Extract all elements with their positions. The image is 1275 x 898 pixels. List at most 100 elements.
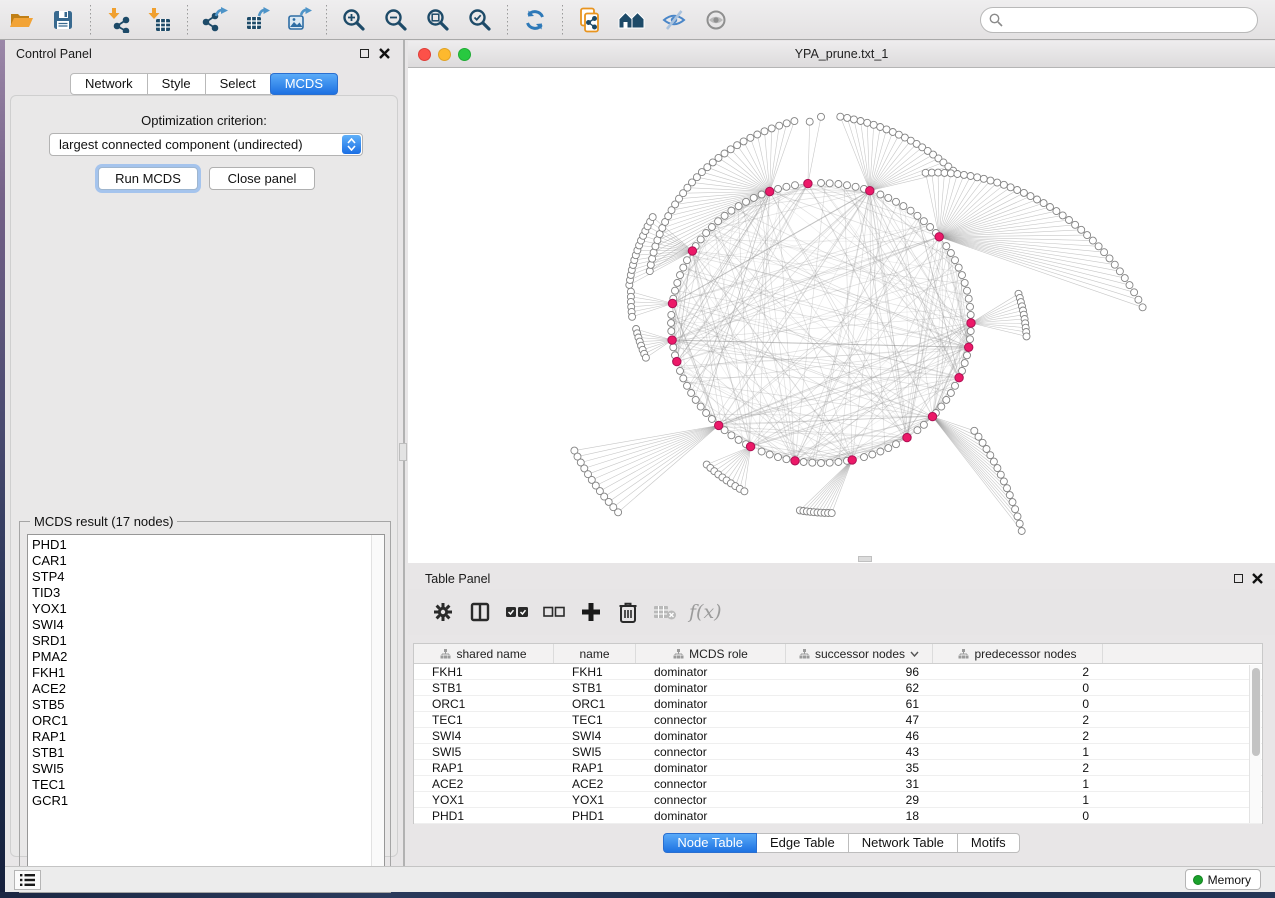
column-header-predecessor-nodes[interactable]: predecessor nodes: [933, 644, 1103, 663]
network-node[interactable]: [866, 187, 874, 195]
network-node[interactable]: [783, 456, 790, 463]
network-node[interactable]: [715, 154, 722, 161]
network-edge[interactable]: [713, 162, 770, 191]
network-edge[interactable]: [939, 225, 1075, 237]
network-node[interactable]: [959, 272, 966, 279]
network-node[interactable]: [673, 357, 681, 365]
column-header-shared-name[interactable]: shared name: [414, 644, 554, 663]
network-edge[interactable]: [870, 125, 874, 191]
network-node[interactable]: [1020, 189, 1027, 196]
network-edge[interactable]: [939, 237, 1109, 259]
network-node[interactable]: [721, 212, 728, 219]
mcds-result-item[interactable]: PMA2: [28, 649, 372, 665]
network-node[interactable]: [1084, 232, 1091, 239]
network-edge[interactable]: [584, 425, 718, 468]
network-node[interactable]: [844, 182, 851, 189]
network-node[interactable]: [1131, 289, 1138, 296]
network-node[interactable]: [961, 171, 968, 178]
network-edge[interactable]: [971, 323, 1027, 336]
hide-selected-button[interactable]: [657, 4, 691, 36]
table-row[interactable]: TEC1TEC1connector472: [414, 712, 1262, 728]
network-node[interactable]: [680, 264, 687, 271]
network-node[interactable]: [680, 375, 687, 382]
network-node[interactable]: [668, 311, 675, 318]
network-node[interactable]: [877, 191, 884, 198]
column-header-successor-nodes[interactable]: successor nodes: [786, 644, 933, 663]
table-row[interactable]: ACE2ACE2connector311: [414, 776, 1262, 792]
network-node[interactable]: [997, 471, 1004, 478]
network-edge[interactable]: [685, 382, 933, 417]
refresh-button[interactable]: [518, 4, 552, 36]
network-node[interactable]: [1040, 200, 1047, 207]
network-node[interactable]: [783, 120, 790, 127]
network-node[interactable]: [938, 403, 945, 410]
network-node[interactable]: [642, 354, 649, 361]
network-node[interactable]: [1018, 528, 1025, 535]
network-node[interactable]: [1106, 255, 1113, 262]
network-node[interactable]: [955, 264, 962, 271]
network-node[interactable]: [900, 203, 907, 210]
network-node[interactable]: [1023, 333, 1030, 340]
network-edge[interactable]: [800, 460, 852, 511]
network-node[interactable]: [818, 460, 825, 467]
network-node[interactable]: [1016, 520, 1023, 527]
tab-style[interactable]: Style: [148, 73, 206, 95]
zoom-in-button[interactable]: [337, 4, 371, 36]
network-node[interactable]: [1014, 513, 1021, 520]
network-node[interactable]: [844, 114, 851, 121]
float-panel-icon[interactable]: [1234, 574, 1243, 583]
network-node[interactable]: [983, 446, 990, 453]
network-edge[interactable]: [613, 425, 718, 507]
import-network-button[interactable]: [101, 4, 135, 36]
export-network-button[interactable]: [198, 4, 232, 36]
network-node[interactable]: [1126, 282, 1133, 289]
network-node[interactable]: [1009, 499, 1016, 506]
tab-network-table[interactable]: Network Table: [849, 833, 958, 853]
network-node[interactable]: [818, 113, 825, 120]
network-node[interactable]: [1006, 492, 1013, 499]
network-node[interactable]: [967, 303, 974, 310]
network-node[interactable]: [980, 175, 987, 182]
search-input[interactable]: [980, 7, 1258, 33]
network-node[interactable]: [1078, 226, 1085, 233]
network-node[interactable]: [967, 173, 974, 180]
network-node[interactable]: [697, 403, 704, 410]
network-node[interactable]: [750, 194, 757, 201]
network-node[interactable]: [1047, 204, 1054, 211]
network-edge[interactable]: [632, 304, 673, 312]
network-node[interactable]: [791, 457, 799, 465]
mcds-result-item[interactable]: FKH1: [28, 665, 372, 681]
network-node[interactable]: [775, 454, 782, 461]
network-node[interactable]: [870, 121, 877, 128]
close-panel-button[interactable]: Close panel: [209, 167, 315, 190]
vertical-splitter-handle[interactable]: [399, 443, 407, 461]
network-node[interactable]: [955, 374, 963, 382]
export-table-button[interactable]: [240, 4, 274, 36]
mcds-result-item[interactable]: SWI4: [28, 617, 372, 633]
network-node[interactable]: [728, 432, 735, 439]
network-node[interactable]: [1139, 304, 1146, 311]
network-node[interactable]: [629, 313, 636, 320]
network-node[interactable]: [835, 459, 842, 466]
network-edge[interactable]: [632, 304, 672, 317]
network-edge[interactable]: [600, 425, 719, 491]
zoom-fit-button[interactable]: [421, 4, 455, 36]
network-node[interactable]: [677, 272, 684, 279]
network-edge[interactable]: [822, 417, 933, 463]
network-node[interactable]: [1121, 275, 1128, 282]
network-node[interactable]: [1095, 243, 1102, 250]
mcds-result-item[interactable]: TID3: [28, 585, 372, 601]
memory-button[interactable]: Memory: [1185, 869, 1261, 890]
network-edge[interactable]: [971, 306, 1022, 323]
network-node[interactable]: [935, 169, 942, 176]
network-node[interactable]: [869, 451, 876, 458]
network-edge[interactable]: [744, 447, 750, 492]
network-node[interactable]: [914, 427, 921, 434]
network-node[interactable]: [758, 448, 765, 455]
mcds-result-item[interactable]: SRD1: [28, 633, 372, 649]
network-node[interactable]: [967, 328, 974, 335]
network-node[interactable]: [766, 451, 773, 458]
delete-row-button[interactable]: [613, 597, 643, 627]
network-node[interactable]: [715, 218, 722, 225]
network-node[interactable]: [668, 328, 675, 335]
